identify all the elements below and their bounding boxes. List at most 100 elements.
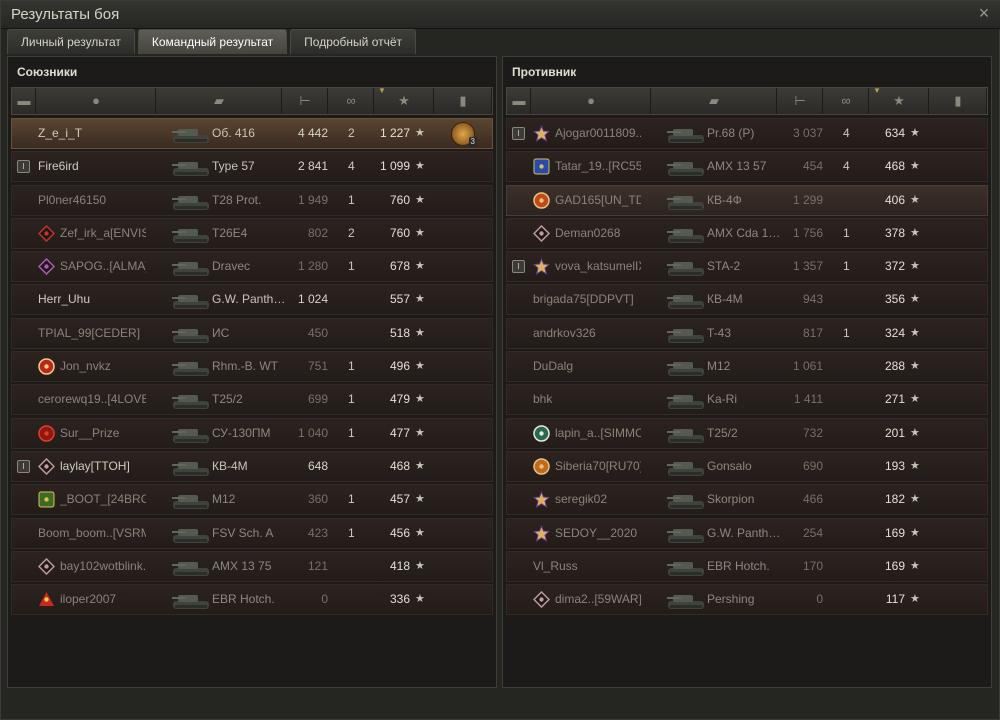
player-row[interactable]: Ivova_katsumelIX STA-2 1 357 1 372 ★ — [506, 251, 988, 283]
tank-silhouette-icon — [172, 162, 209, 177]
tab-detailed-report[interactable]: Подробный отчёт — [290, 29, 417, 54]
frags-value — [348, 452, 368, 481]
player-row[interactable]: TPIAL_99[CEDER] ИС 450 518 ★ — [11, 317, 493, 349]
clan-emblem-icon — [38, 424, 55, 442]
player-row[interactable]: iloper2007 EBR Hotch. 0 336 ★ — [11, 584, 493, 616]
experience-star-icon: ★ — [398, 93, 410, 108]
player-row[interactable]: cerorewq19..[4LOVE] T25/2 699 1 479 ★ — [11, 384, 493, 416]
frags-column-header[interactable]: ∞ — [823, 88, 869, 114]
player-row[interactable]: Zef_irk_a[ENVIS] T26E4 802 2 760 ★ — [11, 217, 493, 249]
player-row[interactable]: I Ajogar0011809.. Pr.68 (P) 3 037 4 634 ★ — [506, 118, 988, 149]
player-row[interactable]: SEDOY__2020 G.W. Panth… 254 169 ★ — [506, 517, 988, 549]
player-row[interactable]: bay102wotblink.. AMX 13 75 121 418 ★ — [11, 550, 493, 582]
frags-value — [843, 285, 863, 314]
experience-star-icon: ★ — [415, 260, 425, 273]
experience-value: 336 — [389, 592, 410, 607]
player-name: Pl0ner46150 — [38, 192, 107, 207]
player-name: brigada75[DDPVT] — [533, 292, 634, 307]
frags-icon: ∞ — [841, 93, 851, 108]
tank-silhouette-icon — [172, 461, 209, 476]
xp-column-header[interactable]: ★ ▼ — [869, 86, 929, 114]
medal-icon[interactable]: 3 — [451, 122, 477, 147]
player-column-header[interactable]: ● — [531, 88, 651, 114]
player-row[interactable]: Pl0ner46150 T28 Prot. 1 949 1 760 ★ — [11, 184, 493, 216]
damage-value: 450 — [307, 325, 328, 340]
medal-column-header[interactable]: ▮ — [434, 88, 492, 114]
experience-star-icon: ★ — [910, 526, 920, 539]
experience-value: 457 — [389, 492, 410, 507]
allies-column-header: ▬ ● ▰ ⊢ ∞ ★ ▼ ▮ — [11, 86, 493, 115]
medal-column-header[interactable]: ▮ — [929, 88, 987, 114]
player-row[interactable]: bhk Ka-Ri 1 411 271 ★ — [506, 384, 988, 416]
experience-star-icon: ★ — [415, 593, 425, 606]
frags-column-header[interactable]: ∞ — [328, 88, 374, 114]
damage-value: 360 — [307, 492, 328, 507]
tank-name: Skorpion — [707, 492, 755, 507]
player-row[interactable]: DuDalg M12 1 061 288 ★ — [506, 351, 988, 383]
player-row[interactable]: GAD165[UN_TD] КВ-4Ф 1 299 406 ★ — [506, 184, 988, 216]
player-row[interactable]: Vl_Russ EBR Hotch. 170 169 ★ — [506, 550, 988, 582]
damage-column-header[interactable]: ⊢ — [282, 88, 328, 114]
player-row[interactable]: andrkov326 T-43 817 1 324 ★ — [506, 317, 988, 349]
player-row[interactable]: Siberia70[RU70] Gonsalo 690 193 ★ — [506, 450, 988, 482]
player-name: SEDOY__2020 — [555, 525, 638, 540]
player-row[interactable]: Herr_Uhu G.W. Panth… 1 024 557 ★ — [11, 284, 493, 316]
damage-column-header[interactable]: ⊢ — [777, 88, 823, 114]
player-row[interactable]: Tatar_19..[RC55] AMX 13 57 454 4 468 ★ — [506, 151, 988, 183]
player-row[interactable]: SAPOG..[ALMA] Dravec 1 280 1 678 ★ — [11, 251, 493, 283]
tank-column-header[interactable]: ▰ — [156, 88, 282, 114]
frags-value: 1 — [843, 259, 850, 274]
frags-icon: ∞ — [346, 93, 356, 108]
damage-value: 170 — [802, 558, 823, 573]
experience-star-icon: ★ — [910, 127, 920, 139]
player-row[interactable]: Boom_boom..[VSRM] FSV Sch. A 423 1 456 ★ — [11, 517, 493, 549]
player-row[interactable]: Ilaylay[TTOH] КВ-4М 648 468 ★ — [11, 450, 493, 482]
title-bar: Результаты боя × — [1, 1, 1000, 29]
player-name: seregik02 — [555, 492, 608, 507]
player-row[interactable]: brigada75[DDPVT] КВ-4М 943 356 ★ — [506, 284, 988, 316]
player-row[interactable]: dima2..[59WAR] Pershing 0 117 ★ — [506, 584, 988, 616]
player-row[interactable]: Sur__Prize СУ-130ПМ 1 040 1 477 ★ — [11, 417, 493, 449]
frags-value: 2 — [348, 126, 355, 140]
tank-silhouette-icon — [172, 295, 209, 310]
tank-column-header[interactable]: ▰ — [651, 88, 777, 114]
tank-name: G.W. Panth… — [707, 525, 779, 540]
tank-name: T-43 — [707, 325, 732, 340]
frags-value — [348, 552, 368, 581]
platoon-column-header[interactable]: ▬ — [507, 88, 531, 114]
experience-star-icon: ★ — [415, 293, 425, 306]
damage-value: 454 — [802, 159, 823, 174]
frags-value — [843, 186, 863, 215]
platoon-column-header[interactable]: ▬ — [12, 88, 36, 114]
tank-silhouette-icon — [667, 428, 704, 443]
frags-value: 4 — [843, 159, 850, 174]
player-row[interactable]: Jon_nvkz Rhm.-B. WT 751 1 496 ★ — [11, 351, 493, 383]
tank-silhouette-icon — [172, 362, 209, 377]
close-icon[interactable]: × — [975, 4, 993, 22]
xp-column-header[interactable]: ★ ▼ — [374, 86, 434, 114]
frags-value — [843, 419, 863, 448]
damage-value: 423 — [307, 525, 328, 540]
experience-value: 324 — [884, 325, 905, 340]
player-column-header[interactable]: ● — [36, 88, 156, 114]
player-name: Siberia70[RU70] — [555, 458, 641, 473]
experience-star-icon: ★ — [910, 193, 920, 206]
window-title: Результаты боя — [11, 6, 120, 23]
damage-value: 3 037 — [792, 126, 823, 140]
experience-star-icon: ★ — [415, 360, 425, 373]
experience-star-icon: ★ — [415, 226, 425, 239]
player-row[interactable]: _BOOT_[24BRO] M12 360 1 457 ★ — [11, 484, 493, 516]
player-row[interactable]: Z_e_i_T Об. 416 4 442 2 1 227 ★ 3 — [11, 118, 493, 149]
tab-personal-result[interactable]: Личный результат — [7, 29, 135, 54]
tab-team-result[interactable]: Командный результат — [137, 29, 288, 54]
frags-value: 1 — [348, 492, 355, 507]
experience-value: 378 — [884, 225, 905, 240]
player-row[interactable]: Deman0268 AMX Cda 1… 1 756 1 378 ★ — [506, 217, 988, 249]
tank-silhouette-icon — [667, 395, 704, 410]
player-row[interactable]: seregik02 Skorpion 466 182 ★ — [506, 484, 988, 516]
sort-descending-icon: ▼ — [378, 86, 386, 95]
player-row[interactable]: I Fire6ird Type 57 2 841 4 1 099 ★ — [11, 151, 493, 183]
damage-value: 1 756 — [792, 225, 823, 240]
experience-value: 477 — [389, 425, 410, 440]
player-row[interactable]: lapin_a..[SIMMC] T25/2 732 201 ★ — [506, 417, 988, 449]
